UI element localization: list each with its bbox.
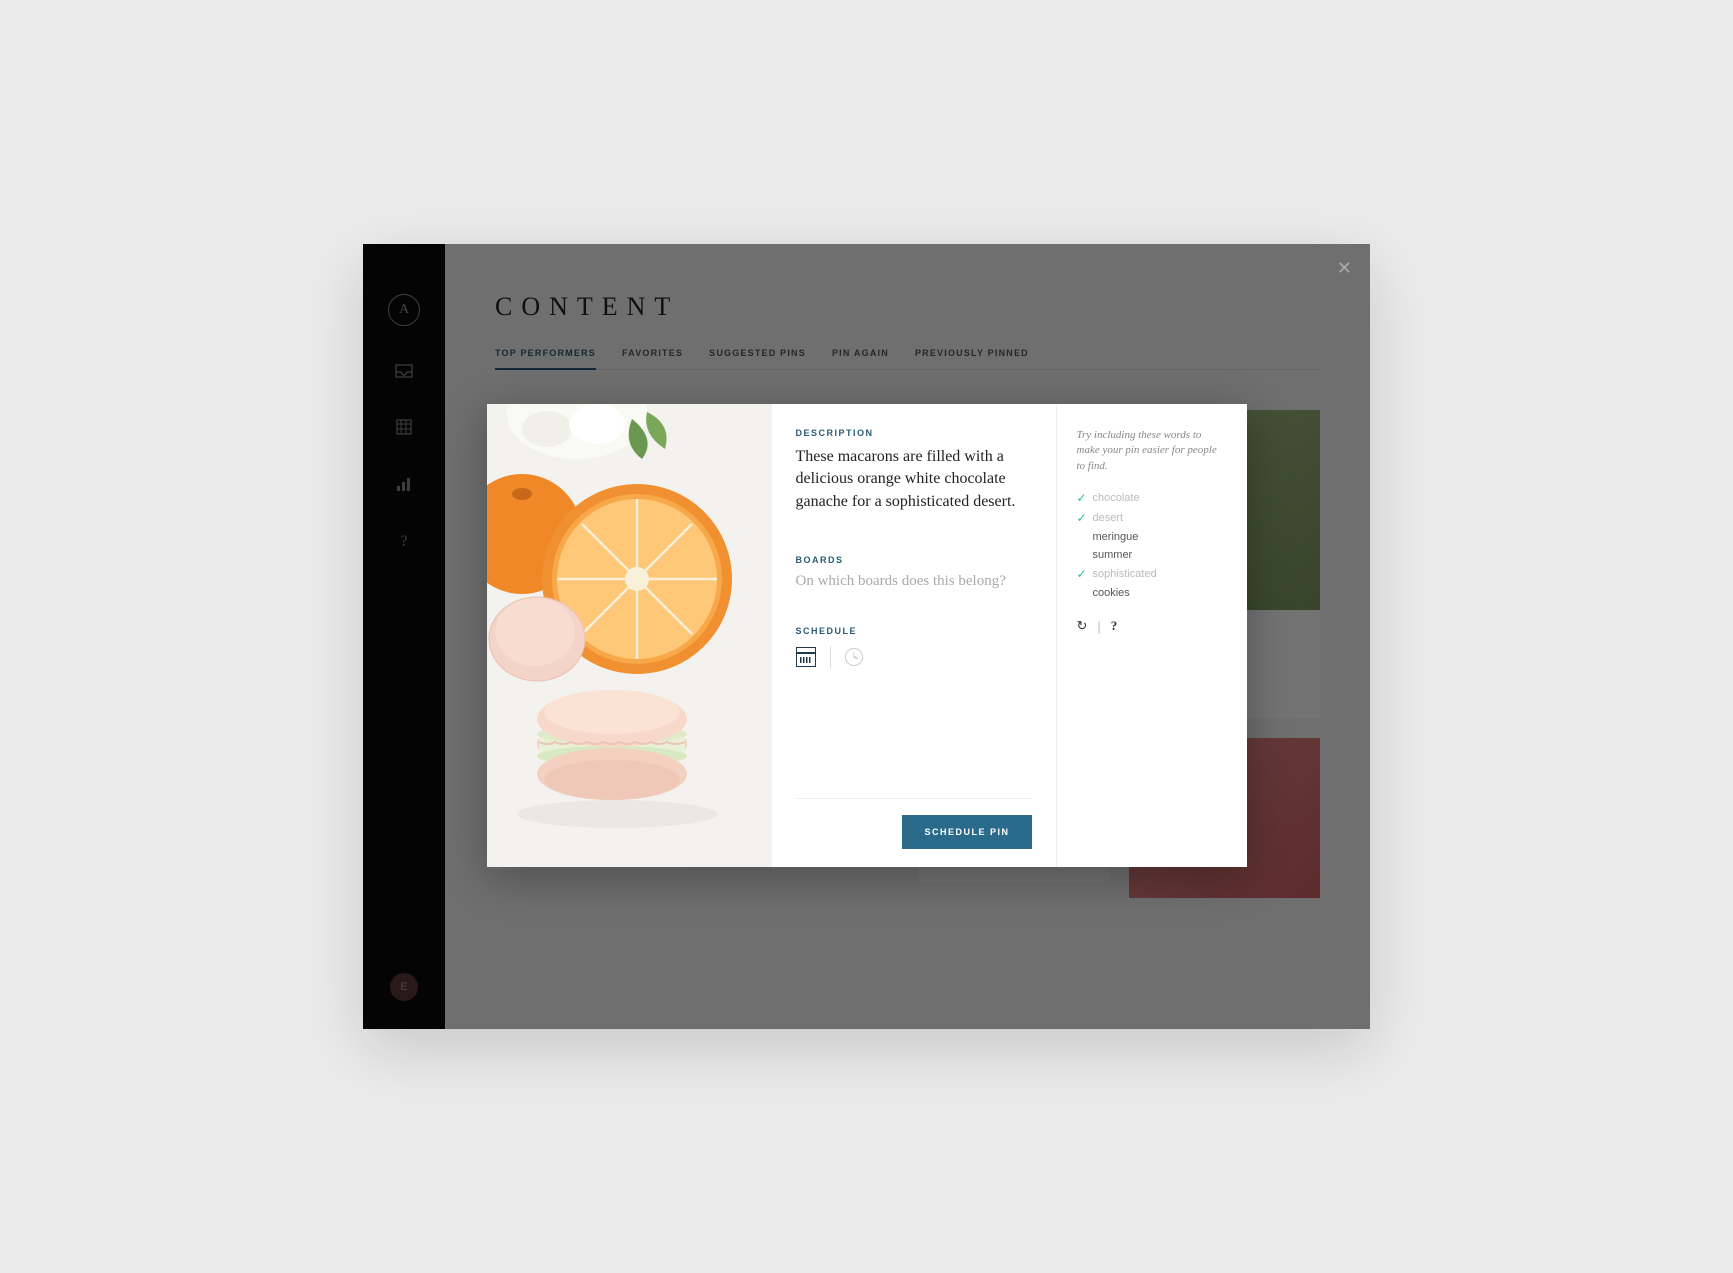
suggestions-help-icon[interactable]: ?	[1111, 618, 1118, 634]
suggestion-item[interactable]: ✓chocolate	[1077, 488, 1227, 508]
modal-form: DESCRIPTION These macarons are filled wi…	[772, 404, 1057, 867]
suggestion-item[interactable]: meringue	[1077, 528, 1227, 546]
schedule-pin-modal: DESCRIPTION These macarons are filled wi…	[487, 404, 1247, 867]
schedule-manual-icon[interactable]	[845, 648, 863, 666]
suggestions-hint: Try including these words to make your p…	[1077, 428, 1227, 474]
divider: |	[1097, 619, 1100, 634]
close-icon[interactable]: ✕	[1337, 258, 1352, 279]
suggestion-item[interactable]: ✓sophisticated	[1077, 564, 1227, 584]
check-icon: ✓	[1077, 511, 1089, 525]
description-label: DESCRIPTION	[796, 428, 1032, 438]
check-icon: ✓	[1077, 491, 1089, 505]
suggestions-list: ✓chocolate ✓desert meringue summer ✓soph…	[1077, 488, 1227, 602]
divider	[830, 646, 831, 668]
pin-image	[487, 404, 772, 867]
check-icon: ✓	[1077, 567, 1089, 581]
suggestions-panel: Try including these words to make your p…	[1057, 404, 1247, 867]
schedule-smart-icon[interactable]	[796, 647, 816, 667]
refresh-suggestions-icon[interactable]: ↻	[1077, 618, 1088, 634]
suggestion-item[interactable]: summer	[1077, 546, 1227, 564]
suggestion-item[interactable]: ✓desert	[1077, 508, 1227, 528]
app-window: A ? E CONTENT TOP PERFORMERS FAVORITES S…	[363, 244, 1370, 1029]
description-text[interactable]: These macarons are filled with a delicio…	[796, 446, 1032, 513]
boards-label: BOARDS	[796, 555, 1032, 565]
suggestion-item[interactable]: cookies	[1077, 584, 1227, 602]
schedule-pin-button[interactable]: SCHEDULE PIN	[902, 815, 1031, 849]
schedule-label: SCHEDULE	[796, 626, 1032, 636]
boards-input[interactable]: On which boards does this belong?	[796, 573, 1032, 590]
